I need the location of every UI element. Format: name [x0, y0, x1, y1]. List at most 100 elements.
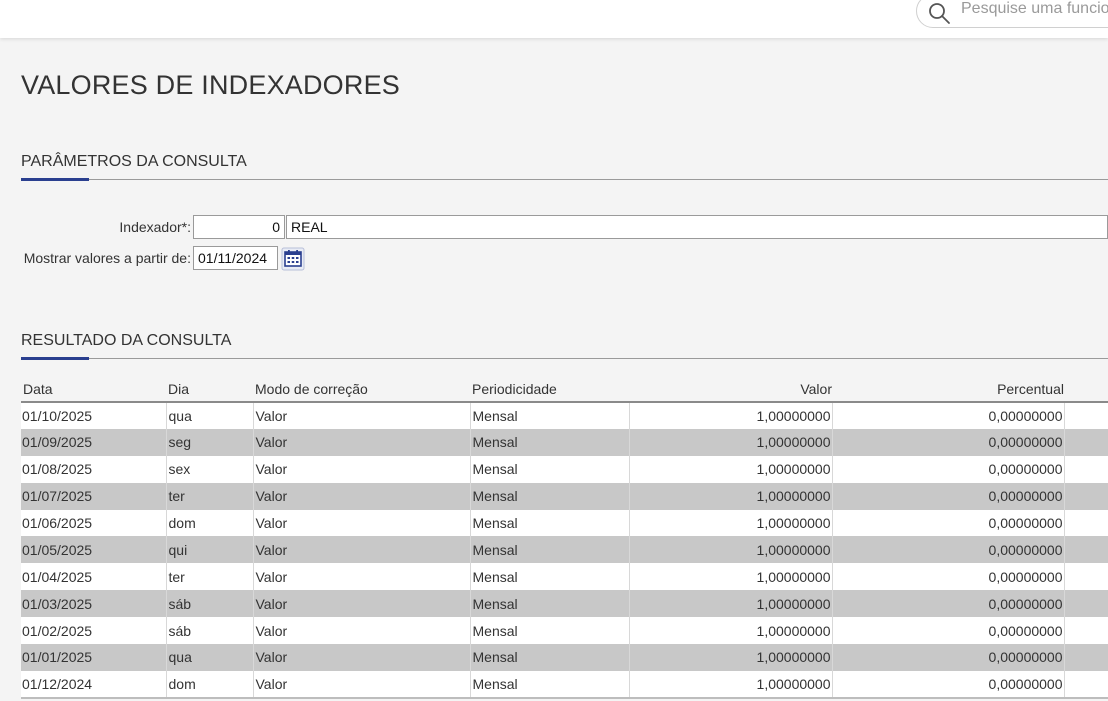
cell-dia: qui — [165, 536, 253, 564]
cell-dia: seg — [165, 428, 253, 456]
cell-data: 01/03/2025 — [21, 590, 166, 618]
cell-percentual: 0,00000000 — [831, 644, 1064, 671]
cell-valor: 1,00000000 — [628, 563, 832, 591]
cell-spacer — [1063, 455, 1108, 483]
column-header-periodicidade[interactable]: Periodicidade — [470, 378, 629, 403]
cell-periodicidade: Mensal — [469, 402, 629, 429]
cell-spacer — [1063, 644, 1108, 671]
indexador-name-input[interactable] — [286, 215, 1108, 239]
table-row[interactable]: 01/04/2025 ter Valor Mensal 1,00000000 0,0000… — [21, 563, 1108, 591]
results-table: Data Dia Modo de correção Periodicidade … — [21, 378, 1108, 699]
table-row[interactable]: 01/09/2025 seg Valor Mensal 1,00000000 0,0000… — [21, 428, 1108, 456]
cell-valor: 1,00000000 — [628, 482, 832, 510]
cell-data: 01/04/2025 — [21, 563, 166, 591]
cell-percentual: 0,00000000 — [831, 428, 1064, 456]
table-row[interactable]: 01/10/2025 qua Valor Mensal 1,00000000 0,0000… — [21, 402, 1108, 429]
column-header-dia[interactable]: Dia — [166, 378, 253, 403]
table-row[interactable]: 01/03/2025 sáb Valor Mensal 1,00000000 0,0000… — [21, 590, 1108, 618]
cell-data: 01/09/2025 — [21, 428, 166, 456]
calendar-icon[interactable] — [281, 247, 305, 271]
cell-valor: 1,00000000 — [628, 455, 832, 483]
cell-spacer — [1063, 563, 1108, 591]
table-row[interactable]: 01/08/2025 sex Valor Mensal 1,00000000 0,0000… — [21, 455, 1108, 483]
cell-valor: 1,00000000 — [628, 509, 832, 537]
column-header-valor[interactable]: Valor — [629, 378, 832, 403]
cell-periodicidade: Mensal — [469, 482, 629, 510]
cell-spacer — [1063, 590, 1108, 618]
cell-periodicidade: Mensal — [469, 617, 629, 645]
table-row[interactable]: 01/02/2025 sáb Valor Mensal 1,00000000 0,0000… — [21, 617, 1108, 645]
cell-valor: 1,00000000 — [628, 644, 832, 671]
date-label: Mostrar valores a partir de: — [23, 250, 191, 266]
cell-percentual: 0,00000000 — [831, 670, 1064, 699]
params-section-title: PARÂMETROS DA CONSULTA — [21, 153, 247, 170]
cell-spacer — [1063, 428, 1108, 456]
cell-spacer — [1063, 482, 1108, 510]
cell-percentual: 0,00000000 — [831, 563, 1064, 591]
table-row[interactable]: 01/06/2025 dom Valor Mensal 1,00000000 0,0000… — [21, 509, 1108, 537]
cell-periodicidade: Mensal — [469, 590, 629, 618]
results-section-accent — [21, 357, 89, 360]
cell-percentual: 0,00000000 — [831, 536, 1064, 564]
results-section-title: RESULTADO DA CONSULTA — [21, 332, 232, 349]
table-header-row: Data Dia Modo de correção Periodicidade … — [21, 378, 1108, 403]
indexador-label: Indexador*: — [119, 219, 191, 235]
cell-percentual: 0,00000000 — [831, 482, 1064, 510]
cell-dia: ter — [165, 482, 253, 510]
cell-valor: 1,00000000 — [628, 402, 832, 429]
cell-valor: 1,00000000 — [628, 590, 832, 618]
results-table-body: 01/10/2025 qua Valor Mensal 1,00000000 0,0000… — [21, 402, 1108, 699]
cell-modo-correcao: Valor — [252, 402, 470, 429]
cell-data: 01/02/2025 — [21, 617, 166, 645]
cell-periodicidade: Mensal — [469, 670, 629, 699]
params-section-accent — [21, 178, 89, 181]
params-section-divider — [21, 179, 1108, 180]
cell-periodicidade: Mensal — [469, 509, 629, 537]
table-row[interactable]: 01/01/2025 qua Valor Mensal 1,00000000 0,0000… — [21, 644, 1108, 671]
cell-modo-correcao: Valor — [252, 617, 470, 645]
cell-data: 01/06/2025 — [21, 509, 166, 537]
date-input[interactable] — [193, 246, 278, 270]
cell-dia: qua — [165, 402, 253, 429]
column-header-data[interactable]: Data — [21, 378, 166, 403]
cell-valor: 1,00000000 — [628, 536, 832, 564]
cell-modo-correcao: Valor — [252, 455, 470, 483]
cell-dia: dom — [165, 509, 253, 537]
cell-valor: 1,00000000 — [628, 617, 832, 645]
table-row[interactable]: 01/12/2024 dom Valor Mensal 1,00000000 0,0000… — [21, 670, 1108, 699]
cell-modo-correcao: Valor — [252, 482, 470, 510]
cell-valor: 1,00000000 — [628, 670, 832, 699]
indexador-code-input[interactable] — [193, 215, 285, 239]
cell-percentual: 0,00000000 — [831, 590, 1064, 618]
cell-modo-correcao: Valor — [252, 509, 470, 537]
table-row[interactable]: 01/05/2025 qui Valor Mensal 1,00000000 0,0000… — [21, 536, 1108, 564]
cell-periodicidade: Mensal — [469, 428, 629, 456]
cell-periodicidade: Mensal — [469, 563, 629, 591]
cell-spacer — [1063, 670, 1108, 699]
cell-spacer — [1063, 509, 1108, 537]
cell-periodicidade: Mensal — [469, 644, 629, 671]
column-header-modo-correcao[interactable]: Modo de correção — [253, 378, 470, 403]
cell-modo-correcao: Valor — [252, 590, 470, 618]
cell-data: 01/07/2025 — [21, 482, 166, 510]
cell-valor: 1,00000000 — [628, 428, 832, 456]
top-bar — [0, 0, 1108, 38]
cell-percentual: 0,00000000 — [831, 402, 1064, 429]
cell-percentual: 0,00000000 — [831, 617, 1064, 645]
search-icon[interactable] — [927, 1, 951, 25]
cell-dia: sáb — [165, 617, 253, 645]
cell-data: 01/05/2025 — [21, 536, 166, 564]
table-row[interactable]: 01/07/2025 ter Valor Mensal 1,00000000 0,0000… — [21, 482, 1108, 510]
search-input[interactable] — [961, 0, 1108, 18]
cell-dia: dom — [165, 670, 253, 699]
cell-modo-correcao: Valor — [252, 670, 470, 699]
cell-percentual: 0,00000000 — [831, 509, 1064, 537]
cell-periodicidade: Mensal — [469, 536, 629, 564]
cell-modo-correcao: Valor — [252, 563, 470, 591]
cell-modo-correcao: Valor — [252, 536, 470, 564]
column-header-spacer — [1064, 378, 1108, 403]
cell-data: 01/12/2024 — [21, 670, 166, 699]
column-header-percentual[interactable]: Percentual — [832, 378, 1064, 403]
search-box[interactable] — [916, 0, 1108, 28]
cell-modo-correcao: Valor — [252, 428, 470, 456]
